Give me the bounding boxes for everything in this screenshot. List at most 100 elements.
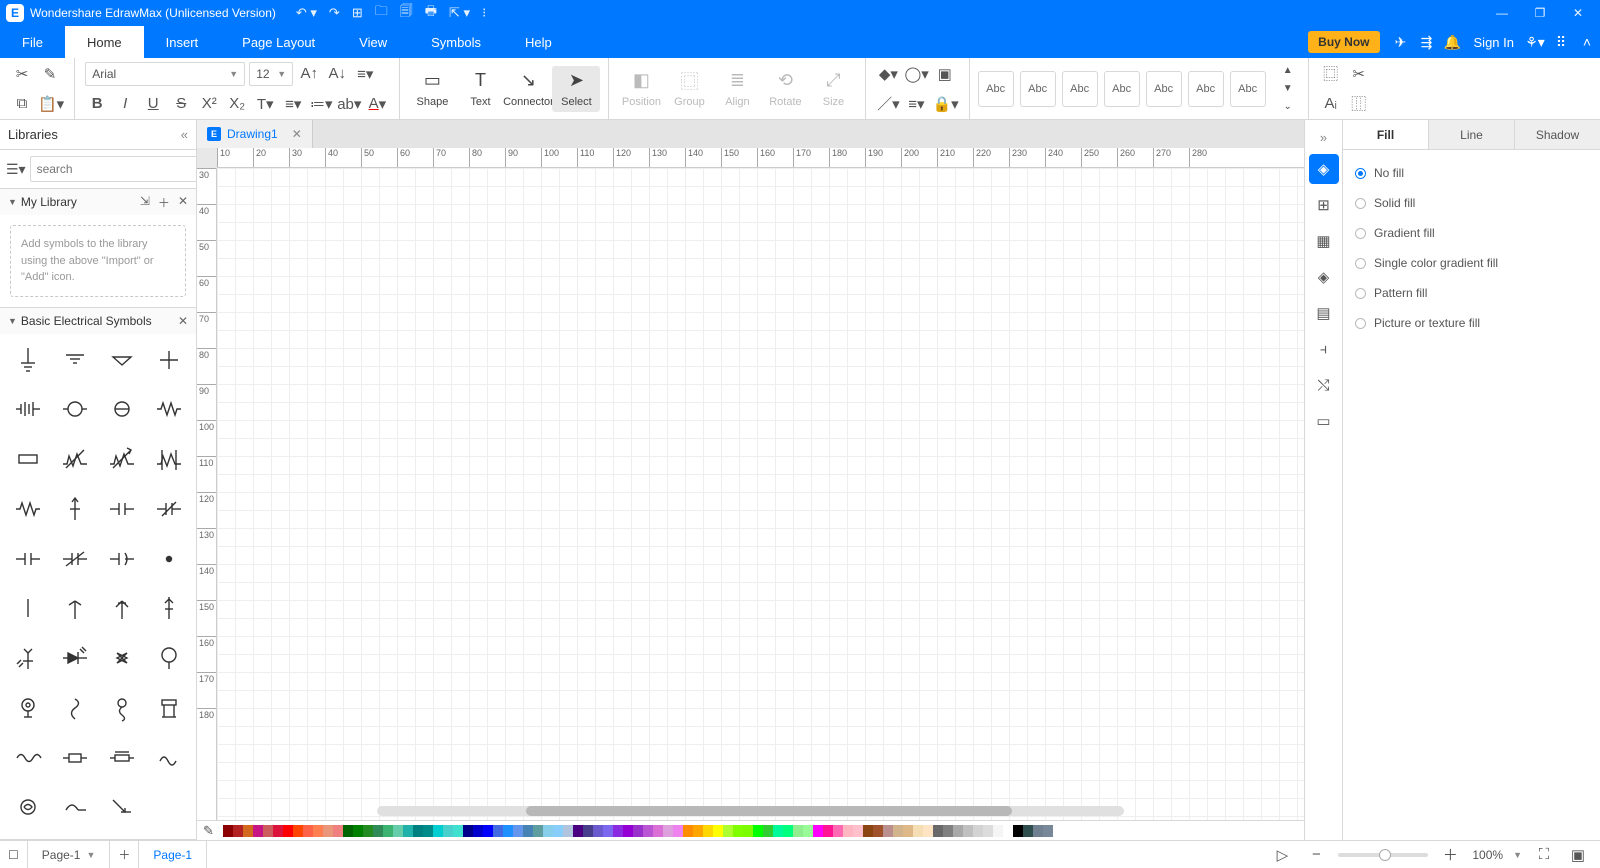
fill-option-solid-fill[interactable]: Solid fill [1355, 188, 1588, 218]
crop-button[interactable]: ✂ [1347, 62, 1371, 86]
decrease-font-button[interactable]: A↓ [325, 62, 349, 86]
color-swatch[interactable] [603, 825, 613, 837]
color-swatch[interactable] [303, 825, 313, 837]
lock-button[interactable]: 🔒▾ [932, 92, 958, 116]
electrical-symbol-5[interactable] [51, 387, 98, 431]
fill-option-pattern-fill[interactable]: Pattern fill [1355, 278, 1588, 308]
color-swatch[interactable] [993, 825, 1003, 837]
text-case-button[interactable]: T▾ [253, 92, 277, 116]
send-icon[interactable]: ✈ [1388, 26, 1414, 58]
electrical-symbol-9[interactable] [51, 437, 98, 481]
prop-tab-fill[interactable]: Fill [1343, 120, 1429, 149]
electrical-symbol-19[interactable] [145, 537, 192, 581]
color-swatch[interactable] [1043, 825, 1053, 837]
shuffle-tool-icon[interactable]: ⤭ [1309, 370, 1339, 400]
color-swatch[interactable] [633, 825, 643, 837]
electrical-symbol-1[interactable] [51, 338, 98, 382]
color-swatch[interactable] [1023, 825, 1033, 837]
my-library-header[interactable]: ▼My Library ⇲＋✕ [0, 189, 196, 215]
color-swatch[interactable] [223, 825, 233, 837]
electrical-symbol-33[interactable] [51, 736, 98, 780]
color-swatch[interactable] [703, 825, 713, 837]
electrical-symbol-23[interactable] [145, 586, 192, 630]
qat-button-2[interactable]: ⊞ [352, 5, 363, 21]
bell-icon[interactable]: 🔔 [1440, 26, 1466, 58]
shape-effects-button[interactable]: ◯▾ [904, 62, 928, 86]
color-swatch[interactable] [363, 825, 373, 837]
lib-close-icon[interactable]: ✕ [178, 194, 188, 211]
electrical-symbol-18[interactable] [98, 537, 145, 581]
color-swatch[interactable] [723, 825, 733, 837]
electrical-symbol-26[interactable] [98, 636, 145, 680]
electrical-symbol-0[interactable] [4, 338, 51, 382]
electrical-symbol-32[interactable] [4, 736, 51, 780]
color-swatch[interactable] [913, 825, 923, 837]
electrical-symbol-11[interactable] [145, 437, 192, 481]
color-swatch[interactable] [613, 825, 623, 837]
color-swatch[interactable] [323, 825, 333, 837]
color-swatch[interactable] [1033, 825, 1043, 837]
window-close-button[interactable]: ✕ [1566, 6, 1590, 20]
library-search-input[interactable] [30, 156, 197, 182]
color-swatch[interactable] [593, 825, 603, 837]
color-swatch[interactable] [753, 825, 763, 837]
electrical-symbol-22[interactable] [98, 586, 145, 630]
color-swatch[interactable] [403, 825, 413, 837]
color-swatch[interactable] [523, 825, 533, 837]
library-add-icon[interactable]: ☰▾ [6, 158, 26, 180]
style-preset-5[interactable]: Abc [1188, 71, 1224, 107]
paste-button[interactable]: 📋▾ [38, 92, 64, 116]
apps-icon[interactable]: ⠿ [1548, 26, 1574, 58]
line-spacing-button[interactable]: ≡▾ [281, 92, 305, 116]
drawing-canvas[interactable] [217, 168, 1304, 820]
fill-option-gradient-fill[interactable]: Gradient fill [1355, 218, 1588, 248]
color-swatch[interactable] [773, 825, 783, 837]
electrical-symbol-24[interactable] [4, 636, 51, 680]
color-swatch[interactable] [903, 825, 913, 837]
electrical-symbol-10[interactable] [98, 437, 145, 481]
color-swatch[interactable] [483, 825, 493, 837]
color-swatch[interactable] [423, 825, 433, 837]
electrical-symbol-2[interactable] [98, 338, 145, 382]
electrical-symbol-14[interactable] [98, 487, 145, 531]
add-page-button[interactable]: ＋ [110, 841, 139, 868]
color-swatch[interactable] [893, 825, 903, 837]
color-swatch[interactable] [713, 825, 723, 837]
cut-button[interactable]: ✂ [10, 62, 34, 86]
qat-button-6[interactable]: ⇱ ▾ [449, 5, 470, 21]
color-swatch[interactable] [393, 825, 403, 837]
fullscreen-button[interactable]: ▣ [1566, 843, 1590, 867]
color-swatch[interactable] [473, 825, 483, 837]
chart-tool-icon[interactable]: ⫞ [1309, 334, 1339, 364]
style-preset-1[interactable]: Abc [1020, 71, 1056, 107]
underline-button[interactable]: U [141, 92, 165, 116]
gallery-down-button[interactable]: ▼ [1276, 81, 1300, 97]
color-swatch[interactable] [963, 825, 973, 837]
electrical-symbol-27[interactable] [145, 636, 192, 680]
electrical-symbol-34[interactable] [98, 736, 145, 780]
color-swatch[interactable] [763, 825, 773, 837]
replace-button[interactable]: ⿲ [1347, 92, 1371, 116]
close-document-icon[interactable]: ✕ [292, 127, 302, 141]
color-swatch[interactable] [273, 825, 283, 837]
color-swatch[interactable] [683, 825, 693, 837]
color-swatch[interactable] [243, 825, 253, 837]
color-swatch[interactable] [313, 825, 323, 837]
qat-button-7[interactable]: ⁝ [482, 5, 486, 21]
copy-button[interactable]: ⧉ [10, 92, 34, 116]
increase-font-button[interactable]: A↑ [297, 62, 321, 86]
style-preset-2[interactable]: Abc [1062, 71, 1098, 107]
font-color-button[interactable]: A▾ [365, 92, 389, 116]
qat-button-5[interactable]: 🖶 [425, 2, 437, 24]
electrical-symbol-20[interactable] [4, 586, 51, 630]
collapse-ribbon-icon[interactable]: ˄ [1574, 26, 1600, 58]
electrical-symbol-3[interactable] [145, 338, 192, 382]
color-swatch[interactable] [923, 825, 933, 837]
text-align-button[interactable]: ≡▾ [353, 62, 377, 86]
menu-tab-insert[interactable]: Insert [144, 26, 221, 58]
color-swatch[interactable] [983, 825, 993, 837]
electrical-symbol-21[interactable] [51, 586, 98, 630]
color-swatch[interactable] [373, 825, 383, 837]
color-swatch[interactable] [873, 825, 883, 837]
color-swatch[interactable] [973, 825, 983, 837]
